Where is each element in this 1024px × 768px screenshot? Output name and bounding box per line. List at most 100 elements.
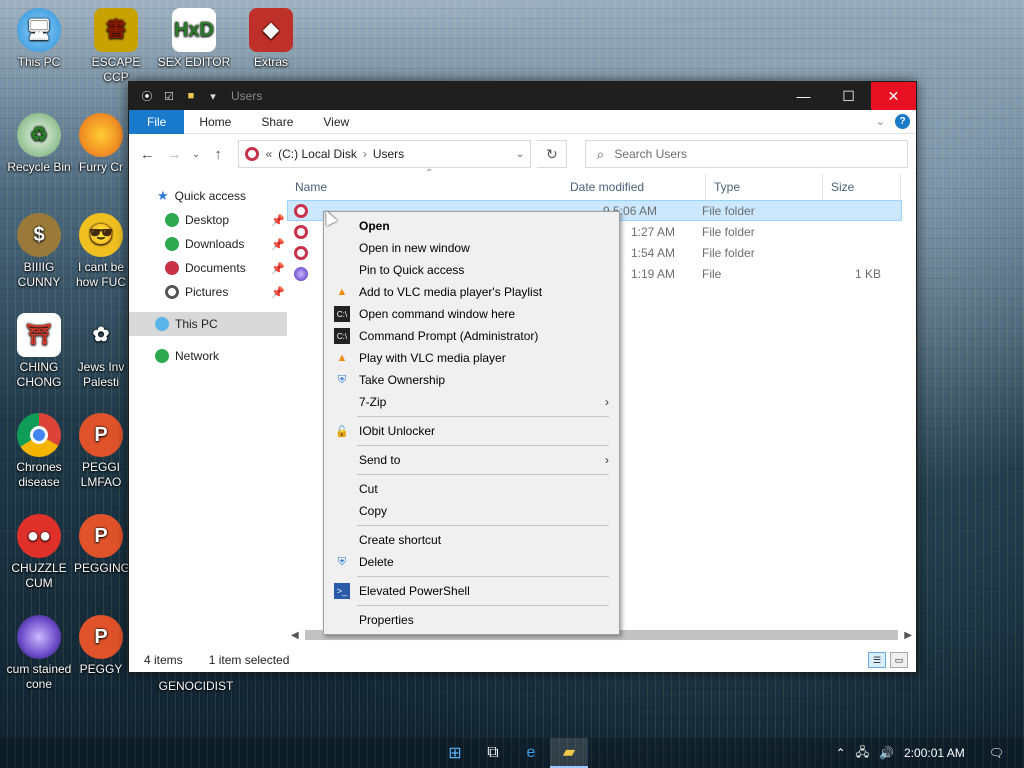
selection-count: 1 item selected	[208, 653, 290, 667]
title-bar[interactable]: ⦿ ☑ ■ ▾ Users — ☐ ✕	[129, 82, 916, 110]
help-icon[interactable]: ?	[895, 114, 910, 129]
menu-label: IObit Unlocker	[359, 424, 436, 438]
nav-this-pc[interactable]: This PC	[129, 312, 287, 336]
details-view-button[interactable]: ☰	[868, 652, 886, 668]
properties-icon[interactable]: ☑	[161, 88, 177, 104]
breadcrumb-drive[interactable]: (C:) Local Disk	[278, 147, 357, 161]
column-date-modified[interactable]: Date modified	[562, 174, 706, 200]
file-explorer-button[interactable]: ▰	[550, 738, 588, 768]
desktop-icon-furry[interactable]: Furry Cr	[74, 113, 128, 175]
column-size[interactable]: Size	[823, 174, 901, 200]
menu-separator	[357, 525, 609, 526]
menu-item-create-shortcut[interactable]: Create shortcut	[324, 529, 619, 551]
large-icons-view-button[interactable]: ▭	[890, 652, 908, 668]
pin-icon[interactable]: 📌	[271, 214, 285, 227]
menu-item-open[interactable]: Open	[324, 215, 619, 237]
desktop-icon-recycle-bin[interactable]: ♻ Recycle Bin	[1, 113, 77, 175]
menu-item-command-prompt-admin[interactable]: C:\ Command Prompt (Administrator)	[324, 325, 619, 347]
p-icon: P	[79, 615, 123, 659]
edge-icon: e	[526, 744, 536, 761]
desktop-icon-label: I cant be how FUC	[75, 260, 126, 289]
desktop-icon-cant-be[interactable]: 😎 I cant be how FUC	[74, 213, 128, 290]
desktop-icon-ching-chong[interactable]: ⛩ CHING CHONG	[1, 313, 77, 390]
menu-item-send-to[interactable]: Send to ›	[324, 449, 619, 471]
pin-icon[interactable]: 📌	[271, 286, 285, 299]
row-type: File folder	[702, 224, 755, 239]
p-icon: P	[79, 413, 123, 457]
tab-view[interactable]: View	[308, 110, 364, 134]
pin-icon[interactable]: 📌	[271, 262, 285, 275]
scroll-left-icon[interactable]: ◀	[287, 630, 299, 641]
notification-icon[interactable]: 🗨	[989, 746, 1004, 760]
tab-share[interactable]: Share	[246, 110, 308, 134]
desktop-icon-chrones[interactable]: Chrones disease	[1, 413, 77, 490]
desktop-icon-sex-editor[interactable]: HxD SEX EDITOR	[156, 8, 232, 70]
recent-locations-icon[interactable]: ⌄	[190, 149, 201, 160]
desktop-icon-big-cunny[interactable]: $ BIIIIG CUNNY	[1, 213, 77, 290]
menu-item-open-new-window[interactable]: Open in new window	[324, 237, 619, 259]
menu-item-7zip[interactable]: 7-Zip ›	[324, 391, 619, 413]
menu-item-open-command-window[interactable]: C:\ Open command window here	[324, 303, 619, 325]
nav-downloads[interactable]: Downloads 📌	[129, 232, 287, 256]
nav-network[interactable]: Network	[129, 344, 287, 368]
breadcrumb-folder[interactable]: Users	[373, 147, 404, 161]
desktop-icon-jews[interactable]: ✿ Jews Inv Palesti	[74, 313, 128, 390]
nav-desktop[interactable]: Desktop 📌	[129, 208, 287, 232]
menu-item-vlc-playlist[interactable]: ▲ Add to VLC media player's Playlist	[324, 281, 619, 303]
clock[interactable]: 2:00:01 AM	[904, 746, 965, 760]
nav-quick-access[interactable]: ★ Quick access	[129, 184, 287, 208]
expand-ribbon-icon[interactable]: ⌄	[876, 115, 885, 128]
scroll-right-icon[interactable]: ▶	[904, 630, 916, 641]
sort-arrow-icon: ⌃	[425, 168, 434, 179]
desktop-icon-escape-ccp[interactable]: 書 ESCAPE CCP	[78, 8, 154, 85]
address-overflow[interactable]: «	[265, 147, 272, 161]
customize-dropdown-icon[interactable]: ▾	[205, 88, 221, 104]
address-bar[interactable]: « (C:) Local Disk › Users ⌄	[238, 140, 532, 168]
desktop-icon-this-pc[interactable]: 🖥 This PC	[1, 8, 77, 70]
menu-item-pin-quick-access[interactable]: Pin to Quick access	[324, 259, 619, 281]
desktop-icon-cone[interactable]: cum stained cone	[1, 615, 77, 692]
chevron-up-icon[interactable]: ⌃	[836, 746, 846, 760]
menu-label: Open in new window	[359, 241, 470, 255]
menu-item-properties[interactable]: Properties	[324, 609, 619, 631]
tab-file[interactable]: File	[129, 109, 185, 134]
desktop-icon-chuzzle[interactable]: ●● CHUZZLE CUM	[1, 514, 77, 591]
back-arrow-icon[interactable]: ←	[137, 146, 158, 163]
search-input[interactable]: ⌕ Search Users	[585, 140, 908, 168]
nav-pictures[interactable]: Pictures 📌	[129, 280, 287, 304]
desktop-icon-pegging[interactable]: P PEGGING	[74, 514, 128, 576]
maximize-button[interactable]: ☐	[826, 82, 871, 110]
refresh-button[interactable]: ↻	[537, 140, 568, 168]
pin-icon[interactable]: 📌	[271, 238, 285, 251]
menu-label: 7-Zip	[359, 395, 387, 409]
desktop-icon-peggi[interactable]: P PEGGI LMFAO	[74, 413, 128, 490]
menu-item-elevated-powershell[interactable]: >_ Elevated PowerShell	[324, 580, 619, 602]
breadcrumb-separator: ›	[362, 147, 367, 161]
menu-item-cut[interactable]: Cut	[324, 478, 619, 500]
desktop-icon-extras[interactable]: ◆ Extras	[233, 8, 309, 70]
new-folder-icon[interactable]: ■	[183, 88, 199, 104]
console-icon: C:\	[334, 328, 350, 344]
torii-icon: ⛩	[17, 313, 61, 357]
menu-item-play-vlc[interactable]: ▲ Play with VLC media player	[324, 347, 619, 369]
network-tray-icon[interactable]: 🖧	[856, 743, 869, 764]
tab-home[interactable]: Home	[184, 110, 246, 134]
volume-icon[interactable]: 🔊	[879, 746, 894, 760]
desktop-icon-genocidist[interactable]: GENOCIDIST	[158, 679, 234, 694]
minimize-button[interactable]: —	[781, 82, 826, 110]
start-button[interactable]: ⊞	[436, 738, 474, 768]
task-view-button[interactable]: ⧉	[474, 738, 512, 768]
desktop-icon-peggy[interactable]: P PEGGY	[74, 615, 128, 677]
up-arrow-icon[interactable]: ↑	[208, 146, 229, 163]
edge-button[interactable]: e	[512, 738, 550, 768]
close-button[interactable]: ✕	[871, 82, 916, 110]
nav-documents[interactable]: Documents 📌	[129, 256, 287, 280]
menu-item-iobit-unlocker[interactable]: 🔓 IObit Unlocker	[324, 420, 619, 442]
forward-arrow-icon[interactable]: →	[164, 146, 185, 163]
menu-item-take-ownership[interactable]: ⛨ Take Ownership	[324, 369, 619, 391]
window-title: Users	[231, 89, 263, 103]
column-type[interactable]: Type	[706, 174, 823, 200]
menu-item-delete[interactable]: ⛨ Delete	[324, 551, 619, 573]
menu-item-copy[interactable]: Copy	[324, 500, 619, 522]
address-dropdown-icon[interactable]: ⌄	[516, 149, 524, 160]
